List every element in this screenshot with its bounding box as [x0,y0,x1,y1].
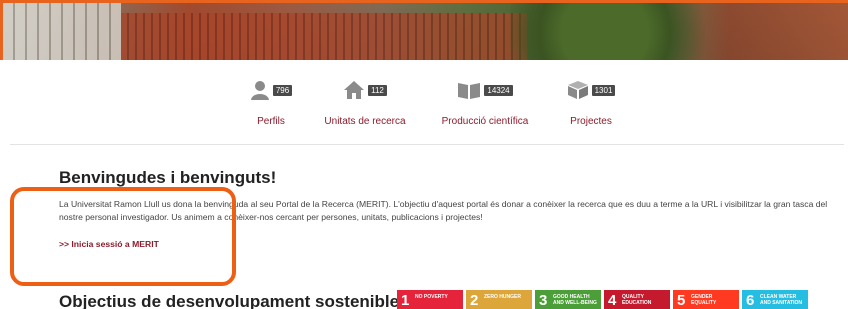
sdg-goal-text: NO POVERTY [415,294,448,300]
sdg-goal-6[interactable]: 6 CLEAN WATER AND SANITATION [742,290,808,309]
stat-research-units[interactable]: 112 Unitats de recerca [305,78,425,127]
sdg-goals-row: 1 NO POVERTY 2 ZERO HUNGER 3 GOOD HEALTH… [397,290,808,309]
sdg-goal-number: 6 [746,292,755,309]
scientific-production-count: 14324 [484,84,513,96]
sdg-title: Objectius de desenvolupament sostenible [59,292,400,309]
research-units-label[interactable]: Unitats de recerca [305,116,425,127]
sdg-goal-number: 2 [470,292,479,309]
sdg-goal-text: ZERO HUNGER [484,294,521,300]
welcome-title: Benvingudes i benvinguts! [59,168,277,187]
sdg-goal-number: 3 [539,292,548,309]
stat-scientific-production[interactable]: 14324 Producció científica [425,78,545,127]
house-icon [343,80,365,100]
stat-projects[interactable]: 1301 Projectes [531,78,651,127]
sdg-goal-text: QUALITY EDUCATION [622,294,652,306]
sdg-goal-4[interactable]: 4 QUALITY EDUCATION [604,290,670,309]
research-units-count: 112 [368,84,387,96]
sdg-goal-text: GENDER EQUALITY [691,294,717,306]
person-icon [250,80,270,100]
scientific-production-label[interactable]: Producció científica [425,116,545,127]
cube-icon [567,80,589,100]
section-divider [10,144,844,145]
profiles-count: 796 [272,84,293,96]
book-icon [457,80,481,100]
sdg-goal-3[interactable]: 3 GOOD HEALTH AND WELL-BEING [535,290,601,309]
sdg-goal-number: 5 [677,292,686,309]
banner-trees [510,3,747,60]
sdg-goal-text: GOOD HEALTH AND WELL-BEING [553,294,597,306]
sdg-goal-text: CLEAN WATER AND SANITATION [760,294,803,306]
sdg-goal-number: 1 [401,292,410,309]
sdg-goal-5[interactable]: 5 GENDER EQUALITY [673,290,739,309]
banner-brick-facade [121,13,527,60]
sdg-goal-1[interactable]: 1 NO POVERTY [397,290,463,309]
projects-label[interactable]: Projectes [531,116,651,127]
projects-count: 1301 [591,84,616,96]
banner-building-windows [3,3,122,60]
sdg-goal-2[interactable]: 2 ZERO HUNGER [466,290,532,309]
sdg-goal-number: 4 [608,292,617,309]
header-banner-image [0,0,848,60]
highlight-annotation-box [10,187,236,286]
